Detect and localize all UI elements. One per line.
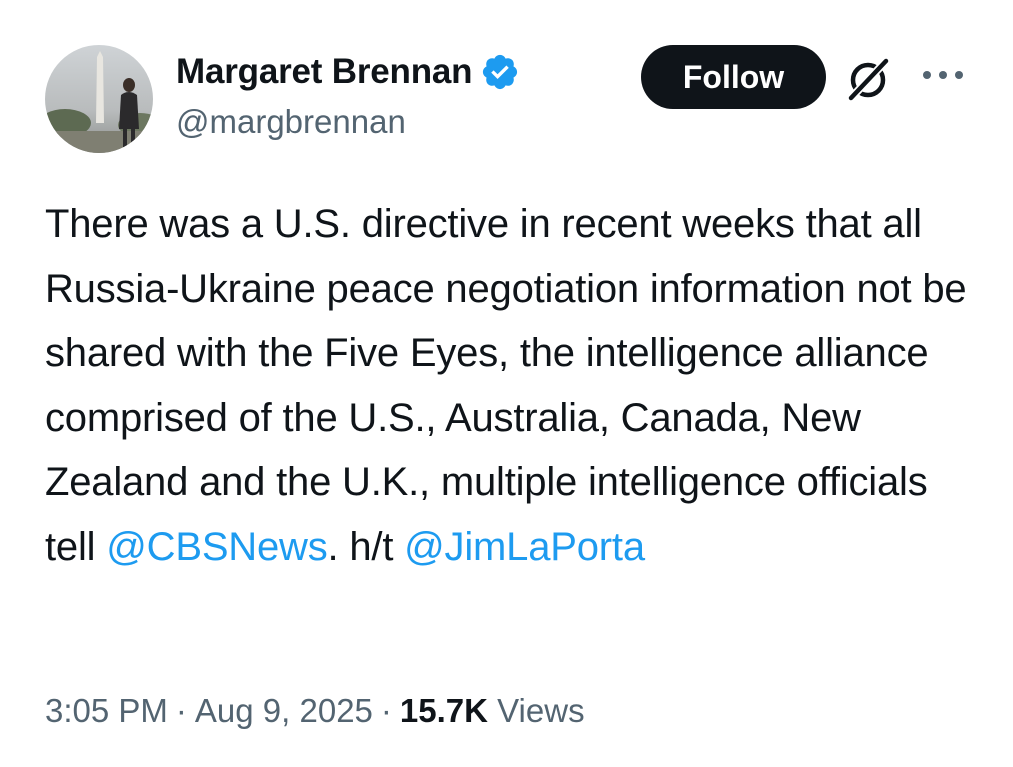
meta-separator: ·: [175, 692, 187, 729]
author-handle[interactable]: @margbrennan: [176, 103, 406, 141]
tweet-body: There was a U.S. directive in recent wee…: [45, 192, 975, 579]
views-count: 15.7K: [399, 692, 488, 729]
author-avatar[interactable]: [45, 45, 153, 153]
tweet-text: There was a U.S. directive in recent wee…: [45, 202, 967, 569]
more-options-icon[interactable]: [918, 63, 968, 87]
tweet-text-middle: . h/t: [327, 524, 405, 569]
views-label: Views: [497, 692, 585, 729]
author-display-name[interactable]: Margaret Brennan: [176, 52, 473, 92]
tweet-time[interactable]: 3:05 PM: [45, 692, 168, 729]
author-name-row: Margaret Brennan: [176, 48, 520, 96]
mention-link-cbsnews[interactable]: @CBSNews: [106, 525, 327, 569]
mention-link-jimlaporta[interactable]: @JimLaPorta: [404, 525, 645, 569]
tweet-card: Margaret Brennan @margbrennan Follow The…: [0, 0, 1013, 767]
avatar-photo: [45, 45, 153, 153]
meta-separator: ·: [380, 692, 392, 729]
tweet-date[interactable]: Aug 9, 2025: [195, 692, 373, 729]
verified-badge-icon[interactable]: [480, 52, 520, 92]
follow-button[interactable]: Follow: [641, 45, 826, 109]
grok-icon[interactable]: [842, 53, 894, 105]
tweet-meta: 3:05 PM · Aug 9, 2025 · 15.7K Views: [45, 686, 585, 736]
